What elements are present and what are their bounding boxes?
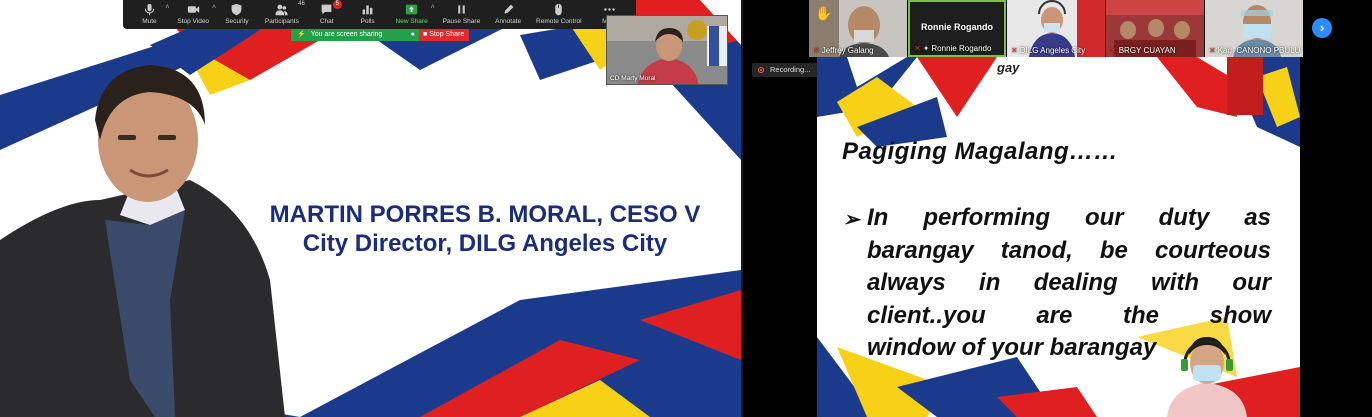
video-camera-icon [187, 6, 199, 13]
screen-sharing-text: You are screen sharing [310, 31, 383, 38]
new-share-label: New Share [395, 18, 428, 25]
slide-speaker-name: MARTIN PORRES B. MORAL, CESO V [269, 201, 701, 228]
shared-slide: gay Pagiging Magalang…… ➢ In performing … [817, 57, 1300, 417]
remote-control-label: Remote Control [536, 18, 582, 25]
screen-sharing-status[interactable]: ⚡ You are screen sharing ● [291, 29, 419, 41]
share-status-icon: ⚡ [297, 31, 306, 38]
microphone-icon [144, 3, 155, 16]
participants-icon [275, 4, 288, 16]
chat-unread-badge: 5 [332, 0, 342, 9]
self-video-name: CD Marty Moral [610, 75, 656, 82]
security-button[interactable]: Security [224, 3, 250, 25]
next-page-button[interactable]: › [1312, 18, 1332, 38]
participant-name-label: ✕ Kag. CANONO PBULU [1209, 46, 1300, 55]
share-icon [405, 4, 418, 15]
slide-speaker-title: City Director, DILG Angeles City [302, 230, 668, 257]
pause-share-label: Pause Share [442, 18, 481, 25]
presenter-overlay-video [1167, 337, 1247, 417]
muted-mic-icon: ✕ [1209, 46, 1216, 55]
participant-name-label: ✕ DILG Angeles City [1011, 46, 1085, 55]
chevron-right-icon: › [1319, 20, 1325, 35]
stop-icon: ■ [423, 31, 428, 38]
chat-label: Chat [319, 18, 334, 25]
mute-label: Mute [142, 18, 157, 25]
screen-sharing-bar: ⚡ You are screen sharing ● ■ Stop Share [291, 29, 469, 41]
participant-tile[interactable]: ✕ DILG Angeles City [1007, 0, 1105, 57]
annotate-label: Annotate [495, 18, 522, 25]
slide-bullet-line: barangay tanod, be courteous [867, 236, 1271, 264]
bullet-arrow-icon: ➢ [843, 209, 860, 231]
muted-mic-icon: ✕ [914, 44, 921, 53]
recording-label: Recording... [770, 65, 811, 74]
stop-video-button[interactable]: Stop Video ˄ [177, 3, 216, 25]
participant-big-name: Ronnie Rogando [921, 22, 993, 32]
participant-count: 46 [298, 1, 305, 7]
slide-partial-title: gay [997, 60, 1020, 75]
stop-share-label: Stop Share [429, 31, 465, 38]
pen-icon [504, 4, 513, 14]
presenter-screen: MARTIN PORRES B. MORAL, CESO V City Dire… [0, 0, 741, 417]
participant-tile[interactable]: ✕ Kag. CANONO PBULU [1205, 0, 1303, 57]
slide-bullet-line: always in dealing with our [867, 269, 1271, 296]
new-share-button[interactable]: New Share ˄ [395, 3, 435, 25]
participant-name-label: ✕ ✦ Ronnie Rogando [914, 44, 991, 53]
participant-name: Kag. CANONO PBULU [1217, 46, 1301, 55]
recording-indicator[interactable]: Recording... [752, 63, 824, 77]
participant-tile[interactable]: ✋ ✕ Jeffrey Galang [809, 0, 907, 57]
muted-mic-icon: ✕ [1110, 46, 1117, 55]
muted-mic-icon: ✕ [1011, 46, 1018, 55]
chat-icon [321, 4, 332, 15]
polls-button[interactable]: Polls [355, 3, 381, 25]
security-label: Security [225, 18, 249, 25]
slide-heading: Pagiging Magalang…… [842, 138, 1119, 165]
zoom-meeting-screens: MARTIN PORRES B. MORAL, CESO V City Dire… [0, 0, 1372, 417]
remote-control-button[interactable]: Remote Control [536, 3, 582, 25]
pin-icon: ✦ [922, 44, 930, 53]
stop-video-label: Stop Video [177, 18, 210, 25]
participants-button[interactable]: Participants 46 [264, 1, 305, 25]
participant-tile-active-speaker[interactable]: Ronnie Rogando ✕ ✦ Ronnie Rogando [908, 0, 1006, 57]
participant-tile[interactable]: ✕ BRGY CUAYAN [1106, 0, 1204, 57]
participant-name-label: ✕ BRGY CUAYAN [1110, 46, 1176, 55]
zoom-toolbar: Mute ˄ Stop Video ˄ Security Participant… [123, 0, 636, 29]
slide-bullet-line: In performing our duty as [867, 204, 1271, 231]
recording-dot-icon [758, 67, 764, 73]
pause-icon [458, 5, 465, 14]
participant-name: DILG Angeles City [1019, 46, 1086, 55]
polls-icon [362, 5, 373, 15]
participant-name: Ronnie Rogando [931, 44, 992, 53]
participants-label: Participants [264, 18, 299, 25]
chevron-up-icon[interactable]: ˄ [165, 4, 169, 11]
pause-share-button[interactable]: Pause Share [442, 3, 481, 25]
shield-icon: ● [410, 31, 415, 38]
participant-name: BRGY CUAYAN [1118, 46, 1176, 55]
stop-share-button[interactable]: ■ Stop Share [419, 29, 469, 41]
participant-strip: ✋ ✕ Jeffrey Galang Ronnie Rogando ✕ ✦ Ronni… [809, 0, 1307, 57]
participant-name: Jeffrey Galang [821, 46, 874, 55]
chevron-up-icon[interactable]: ˄ [431, 4, 435, 11]
chevron-up-icon[interactable]: ˄ [212, 4, 216, 11]
viewer-screen: ✋ ✕ Jeffrey Galang Ronnie Rogando ✕ ✦ Ronni… [743, 0, 1372, 417]
svg-text:✋: ✋ [815, 5, 832, 21]
chat-button[interactable]: Chat 5 [314, 0, 342, 25]
mute-button[interactable]: Mute ˄ [136, 3, 169, 25]
shield-icon [232, 3, 242, 16]
participant-name-label: ✕ Jeffrey Galang [813, 46, 874, 55]
muted-mic-icon: ✕ [813, 46, 820, 55]
self-video-thumbnail[interactable]: CD Marty Moral [606, 15, 728, 85]
polls-label: Polls [360, 18, 375, 25]
mouse-icon [555, 3, 563, 16]
annotate-button[interactable]: Annotate [495, 3, 521, 25]
